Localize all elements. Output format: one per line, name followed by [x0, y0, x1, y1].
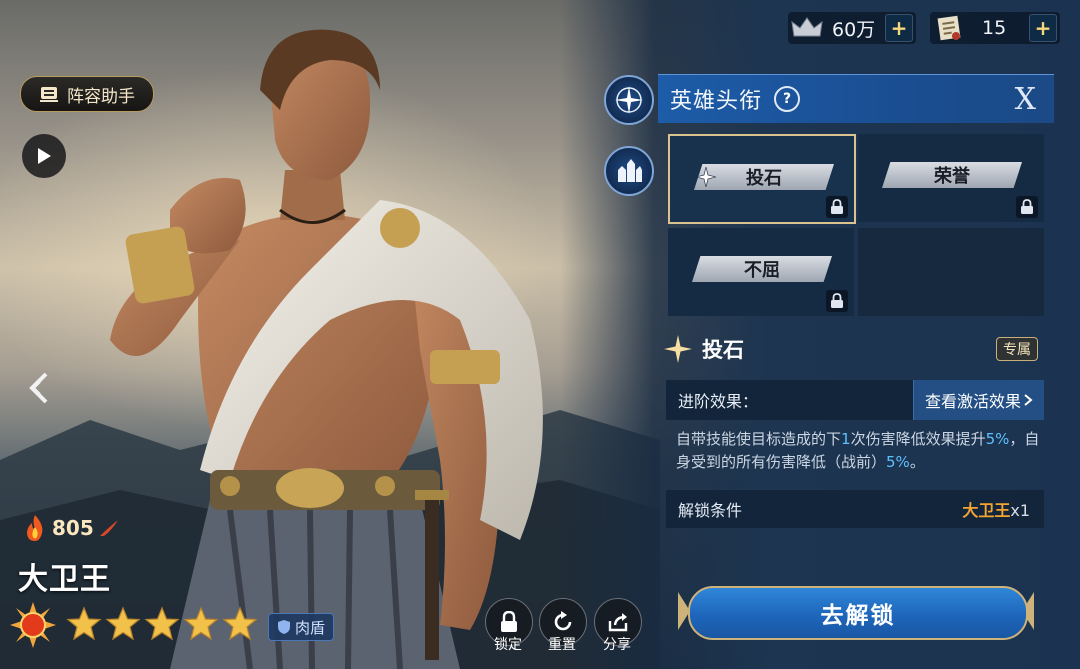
desc-text: 。: [909, 453, 925, 471]
lock-icon: [831, 293, 843, 308]
panel-title: 英雄头衔: [670, 89, 763, 114]
star-icon: [144, 606, 180, 641]
star-icon: [183, 606, 219, 641]
assistant-label: 阵容助手: [67, 86, 135, 107]
resource-scrolls: 15 +: [930, 12, 1060, 44]
skill-header: 投石 专属: [658, 330, 1054, 368]
share-icon: [608, 613, 628, 632]
advanced-effect-label: 进阶效果：: [678, 392, 759, 411]
shield-icon: [278, 620, 290, 634]
title-option-3[interactable]: 不屈: [668, 228, 854, 316]
view-effect-label: 查看激活效果: [924, 392, 1021, 411]
star-icon: [222, 606, 258, 641]
title-label: 荣誉: [934, 166, 970, 187]
unlock-condition-row: 解锁条件 大卫王x1: [666, 490, 1044, 528]
lineup-assistant-button[interactable]: 阵容助手: [20, 76, 154, 112]
sun-rank-icon: [10, 602, 56, 648]
skill-name: 投石: [702, 338, 744, 362]
locked-indicator: [826, 290, 848, 312]
role-badge: 肉盾: [268, 613, 335, 641]
play-icon: [38, 148, 51, 164]
desc-highlight: 1: [841, 430, 851, 448]
title-option-1[interactable]: 投石: [668, 134, 856, 224]
spark-icon: [696, 167, 716, 187]
fire-icon: [27, 515, 43, 541]
share-label: 分享: [603, 637, 631, 653]
skill-description: 自带技能使目标造成的下1次伤害降低效果提升5%，自身受到的所有伤害降低（战前）5…: [676, 428, 1046, 474]
role-label: 肉盾: [295, 618, 326, 637]
assistant-icon: [40, 87, 58, 102]
title-label: 投石: [746, 168, 782, 189]
previous-hero-arrow-icon[interactable]: [24, 370, 54, 406]
desc-text: 自带技能使目标造成的下: [676, 430, 842, 448]
compass-icon: [615, 86, 643, 114]
hero-title-panel-header: 英雄头衔 ? X: [658, 74, 1054, 123]
hero-name: 大卫王: [18, 562, 111, 597]
add-crowns-button[interactable]: +: [885, 14, 913, 42]
locked-indicator: [826, 196, 848, 218]
hero-power: 805: [22, 513, 120, 543]
reset-label: 重置: [548, 637, 576, 653]
locked-indicator: [1016, 196, 1038, 218]
lock-icon: [501, 611, 517, 632]
go-unlock-button[interactable]: 去解锁: [688, 586, 1028, 640]
lock-icon: [1021, 199, 1033, 214]
crowns-value: 60万: [832, 18, 876, 41]
exclusive-tag: 专属: [996, 337, 1038, 361]
required-count: x1: [1010, 501, 1030, 520]
castle-tab-button[interactable]: [604, 146, 654, 196]
help-icon[interactable]: ?: [774, 86, 801, 112]
lock-action: 锁定: [478, 598, 538, 654]
play-button[interactable]: [22, 134, 66, 178]
lock-label: 锁定: [494, 637, 522, 653]
unlock-condition-label: 解锁条件: [678, 501, 743, 520]
reset-icon: [554, 611, 572, 631]
compass-tab-button[interactable]: [604, 75, 654, 125]
title-ribbon: 不屈: [692, 256, 832, 282]
desc-highlight: 5%: [985, 430, 1010, 448]
lock-icon: [831, 199, 843, 214]
resource-crowns: 60万 +: [788, 12, 916, 44]
desc-highlight: 5%: [886, 453, 910, 471]
power-flame-trail-icon: [99, 520, 118, 536]
empty-title-slot: [858, 228, 1044, 316]
go-unlock-label: 去解锁: [820, 603, 896, 629]
required-hero: 大卫王: [962, 501, 1011, 520]
title-ribbon: 投石: [694, 164, 834, 190]
title-option-2[interactable]: 荣誉: [858, 134, 1044, 222]
advanced-effect-row: 进阶效果： 查看激活效果: [666, 380, 1044, 420]
scrolls-value: 15: [982, 17, 1007, 39]
share-action: 分享: [587, 598, 647, 654]
star-icon: [66, 606, 102, 641]
chevron-right-icon: [1024, 394, 1033, 406]
unlock-requirement: 大卫王x1: [962, 497, 1030, 521]
crown-resource-icon: [791, 17, 823, 37]
title-ribbon: 荣誉: [882, 162, 1022, 188]
title-label: 不屈: [744, 260, 780, 281]
spark-icon: [664, 335, 692, 363]
view-activation-effect-button[interactable]: 查看激活效果: [913, 380, 1044, 420]
star-icon: [105, 606, 141, 641]
castle-icon: [618, 159, 642, 182]
close-button[interactable]: X: [1015, 82, 1036, 117]
add-scrolls-button[interactable]: +: [1029, 14, 1057, 42]
hero-portrait: [110, 29, 543, 669]
star-rating: [66, 606, 258, 642]
reset-action: 重置: [532, 598, 592, 654]
desc-text: 次伤害降低效果提升: [850, 430, 986, 448]
scroll-resource-icon: [937, 15, 961, 41]
power-value: 805: [52, 516, 94, 540]
go-unlock-button-frame: 去解锁: [676, 582, 1036, 640]
